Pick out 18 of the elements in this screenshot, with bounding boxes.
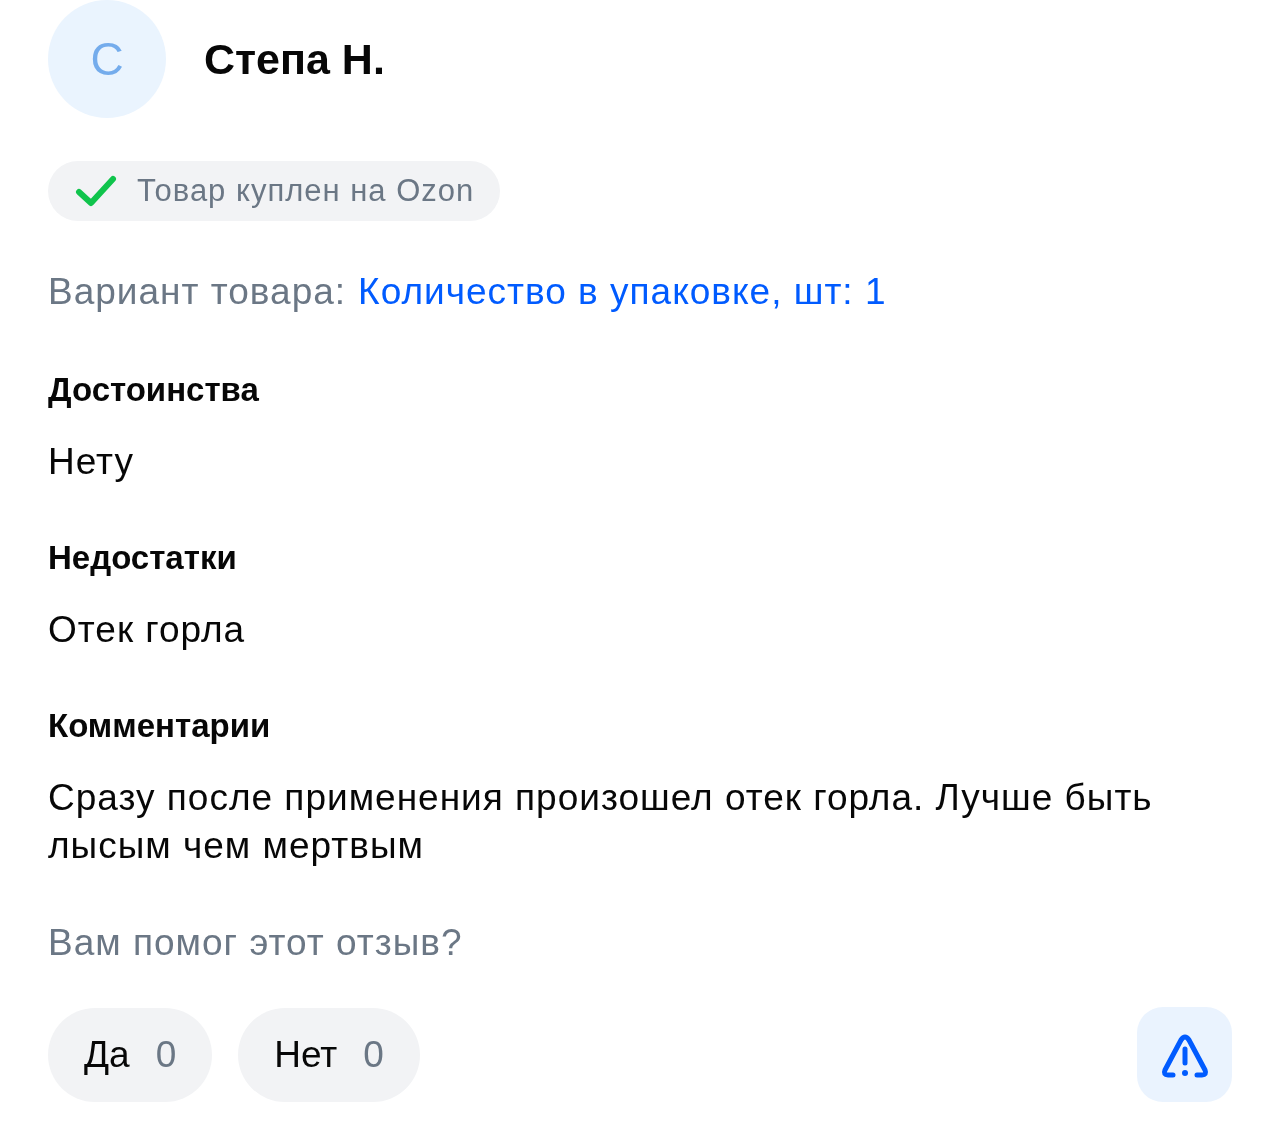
variant-label: Вариант товара: bbox=[48, 270, 347, 314]
vote-count: 0 bbox=[155, 1033, 177, 1076]
badge-text: Товар куплен на Ozon bbox=[137, 173, 475, 209]
report-button[interactable] bbox=[1137, 1007, 1232, 1102]
section-text: Отек горла bbox=[48, 608, 247, 652]
avatar: С bbox=[48, 0, 166, 118]
section-title: Достоинства bbox=[48, 370, 260, 410]
section-title: Комментарии bbox=[48, 706, 272, 746]
author-name: Степа Н. bbox=[204, 34, 385, 84]
section-text: Сразу после применения произошел отек горла. Лучше быть лысым чем мертвым bbox=[48, 776, 1154, 868]
vote-count: 0 bbox=[363, 1033, 384, 1076]
section-text: Нету bbox=[48, 440, 135, 484]
check-icon bbox=[75, 175, 117, 207]
vote-button[interactable]: Да 0 bbox=[48, 1007, 213, 1102]
section-title: Недостатки bbox=[48, 538, 238, 578]
vote-button[interactable]: Нет 0 bbox=[238, 1007, 420, 1102]
helpful-question: Вам помог этот отзыв? bbox=[48, 921, 464, 965]
variant-link[interactable]: Количество в упаковке, шт: 1 bbox=[358, 268, 887, 316]
